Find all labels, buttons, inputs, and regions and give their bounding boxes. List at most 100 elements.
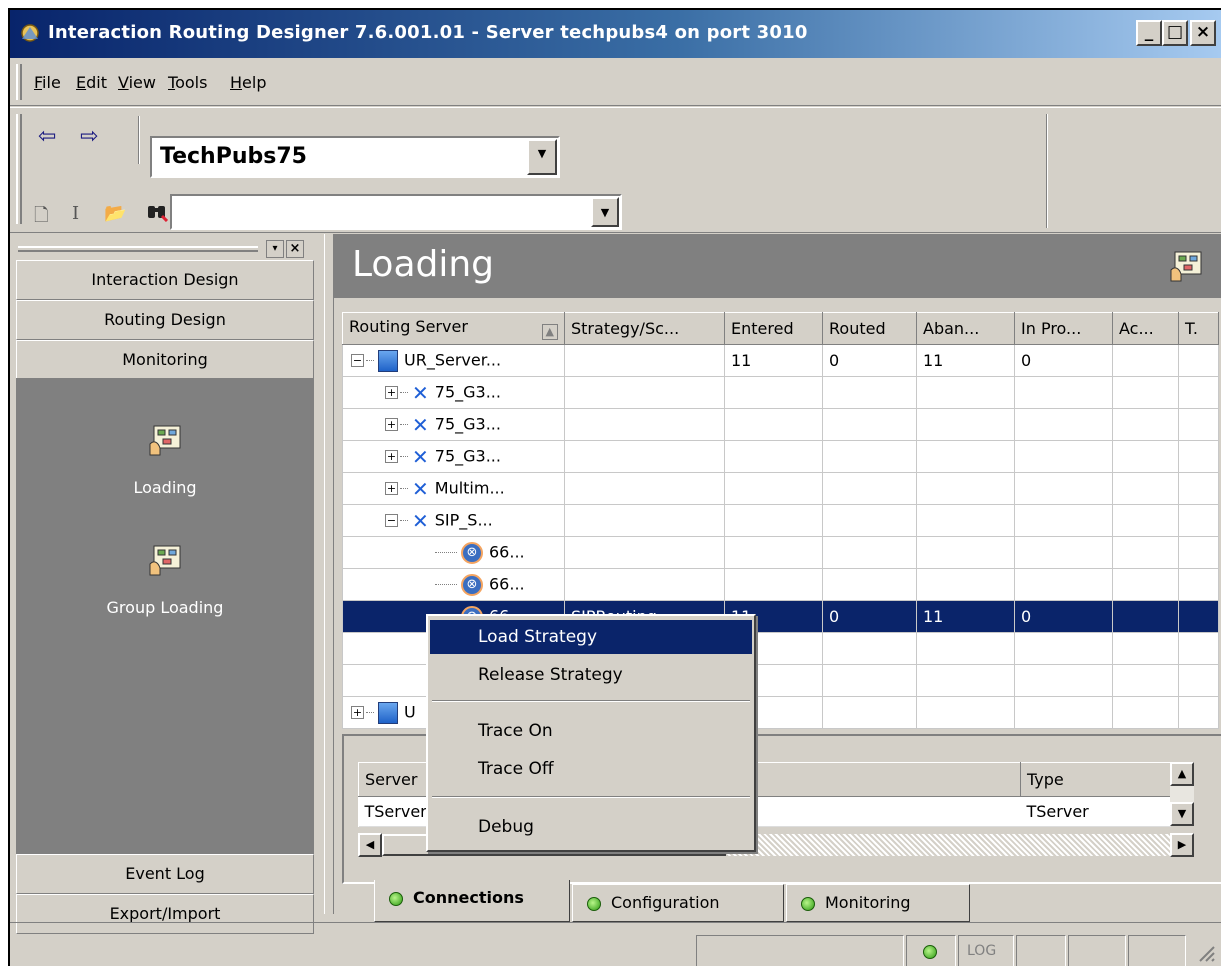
col-routed[interactable]: Routed (822, 312, 917, 345)
routing-point-icon: ⊗ (461, 541, 483, 564)
close-button[interactable]: × (1190, 20, 1216, 46)
nav-monitoring[interactable]: Monitoring (16, 340, 314, 380)
collapse-icon[interactable]: − (385, 514, 398, 527)
table-row[interactable]: + ✕ 75_G3... (342, 440, 1219, 473)
scroll-down-icon[interactable]: ▼ (1170, 802, 1194, 826)
search-combo[interactable]: ▼ (170, 194, 622, 230)
scroll-left-icon[interactable]: ◀ (358, 833, 382, 857)
scroll-up-icon[interactable]: ▲ (1170, 762, 1194, 786)
status-cell (1016, 935, 1066, 966)
menu-help[interactable]: Help (230, 73, 266, 92)
tab-monitoring[interactable]: Monitoring (786, 884, 970, 922)
forward-arrow-icon[interactable]: ⇨ (80, 124, 98, 149)
menu-debug[interactable]: Debug (430, 810, 752, 844)
nav-tile-loading[interactable]: Loading (16, 424, 314, 497)
panel-splitter[interactable] (324, 234, 334, 914)
col-entered[interactable]: Entered (724, 312, 823, 345)
col-in-progress[interactable]: In Pro... (1014, 312, 1113, 345)
tab-monitoring-label: Monitoring (825, 893, 911, 912)
app-icon (21, 24, 39, 42)
menu-file[interactable]: File (34, 73, 61, 92)
new-document-icon[interactable]: 🗋 (34, 203, 48, 233)
table-row[interactable]: + ✕ 75_G3... (342, 408, 1219, 441)
status-ok-icon (801, 897, 815, 911)
cell-abandoned: 11 (916, 600, 1015, 633)
find-binoculars-icon[interactable] (146, 202, 168, 222)
table-row[interactable]: ⊗ 66... (342, 536, 1219, 569)
expand-icon[interactable]: + (385, 418, 398, 431)
status-ok-icon (389, 892, 403, 906)
search-combo-dropdown-icon[interactable]: ▼ (591, 197, 619, 227)
table-row[interactable]: − ✕ SIP_S... (342, 504, 1219, 537)
text-cursor-icon[interactable]: I (72, 203, 79, 224)
sort-ascending-icon: ▲ (541, 324, 558, 340)
status-cell (696, 935, 904, 966)
routing-server-icon (378, 349, 398, 372)
col-t[interactable]: T. (1178, 312, 1219, 345)
expand-icon[interactable]: + (385, 482, 398, 495)
cell-in-progress: 0 (1014, 344, 1113, 377)
table-row[interactable]: + ✕ Multim... (342, 472, 1219, 505)
row-label: 75_G3... (434, 446, 501, 465)
loading-icon (149, 425, 181, 456)
tab-configuration[interactable]: Configuration (572, 884, 784, 922)
minimize-button[interactable]: _ (1136, 20, 1162, 46)
table-row[interactable]: ⊗ 66... (342, 568, 1219, 601)
row-label: 66... (489, 542, 525, 561)
menu-release-strategy[interactable]: Release Strategy (430, 658, 752, 692)
expand-icon[interactable]: + (385, 450, 398, 463)
scroll-right-icon[interactable]: ▶ (1170, 833, 1194, 857)
panel-close-icon[interactable]: × (286, 240, 304, 258)
tab-connections[interactable]: Connections (374, 880, 570, 922)
menu-trace-on[interactable]: Trace On (430, 714, 752, 748)
log-label: LOG (967, 943, 997, 959)
status-cell (1128, 935, 1186, 966)
back-arrow-icon[interactable]: ⇦ (38, 124, 56, 149)
tenant-combo[interactable]: TechPubs75 ▼ (150, 136, 560, 178)
col-type[interactable]: Type (1020, 762, 1171, 797)
monitoring-pane: Loading Group Loading (16, 378, 314, 854)
expand-icon[interactable]: + (385, 386, 398, 399)
col-abandoned[interactable]: Aban... (916, 312, 1015, 345)
log-status-cell[interactable]: LOG (958, 935, 1014, 966)
col-strategy[interactable]: Strategy/Sc... (564, 312, 725, 345)
tenant-combo-dropdown-icon[interactable]: ▼ (527, 139, 557, 175)
resize-grip-icon[interactable] (1196, 943, 1216, 963)
menu-tools[interactable]: Tools (168, 73, 207, 92)
menu-edit[interactable]: Edit (76, 73, 107, 92)
window-title: Interaction Routing Designer 7.6.001.01 … (48, 22, 808, 43)
table-row[interactable]: − UR_Server... 11 0 11 0 (342, 344, 1219, 377)
menu-grip[interactable] (16, 64, 22, 100)
row-label: 66... (489, 574, 525, 593)
menu-trace-off[interactable]: Trace Off (430, 752, 752, 786)
table-row[interactable]: + ✕ 75_G3... (342, 376, 1219, 409)
maximize-button[interactable]: □ (1162, 20, 1188, 46)
cell-routed: 0 (822, 600, 917, 633)
expand-icon[interactable]: + (351, 706, 364, 719)
switch-icon: ✕ (412, 444, 429, 469)
nav-routing-design[interactable]: Routing Design (16, 300, 314, 340)
panel-grip (18, 246, 258, 252)
switch-icon: ✕ (412, 476, 429, 501)
cell-type: TServer (1020, 796, 1171, 827)
col-routing-server[interactable]: Routing Server ▲ (342, 312, 565, 345)
routing-point-icon: ⊗ (461, 573, 483, 596)
toolbar-separator (1046, 114, 1048, 228)
nav-event-log[interactable]: Event Log (16, 854, 314, 894)
toolbar: ⇦ ⇨ TechPubs75 ▼ 🗋 I 📂 ▼ (10, 107, 1221, 233)
open-folder-icon[interactable]: 📂 (104, 203, 126, 224)
toolbar-grip[interactable] (16, 114, 22, 224)
collapse-icon[interactable]: − (351, 354, 364, 367)
nav-interaction-design[interactable]: Interaction Design (16, 260, 314, 300)
vertical-scrollbar[interactable]: ▲ ▼ (1170, 762, 1194, 826)
nav-tile-group-loading[interactable]: Group Loading (16, 544, 314, 617)
menu-separator (432, 796, 750, 798)
grid-header-row: Routing Server ▲ Strategy/Sc... Entered R… (342, 312, 1219, 345)
cell-in-progress: 0 (1014, 600, 1113, 633)
col-accepted[interactable]: Ac... (1112, 312, 1179, 345)
navigation-panel: ▾ × Interaction Design Routing Design Mo… (10, 234, 324, 934)
panel-dropdown-icon[interactable]: ▾ (266, 240, 284, 258)
menu-view[interactable]: View (118, 73, 156, 92)
menu-load-strategy[interactable]: Load Strategy (430, 620, 752, 654)
cell-strategy (564, 344, 725, 377)
